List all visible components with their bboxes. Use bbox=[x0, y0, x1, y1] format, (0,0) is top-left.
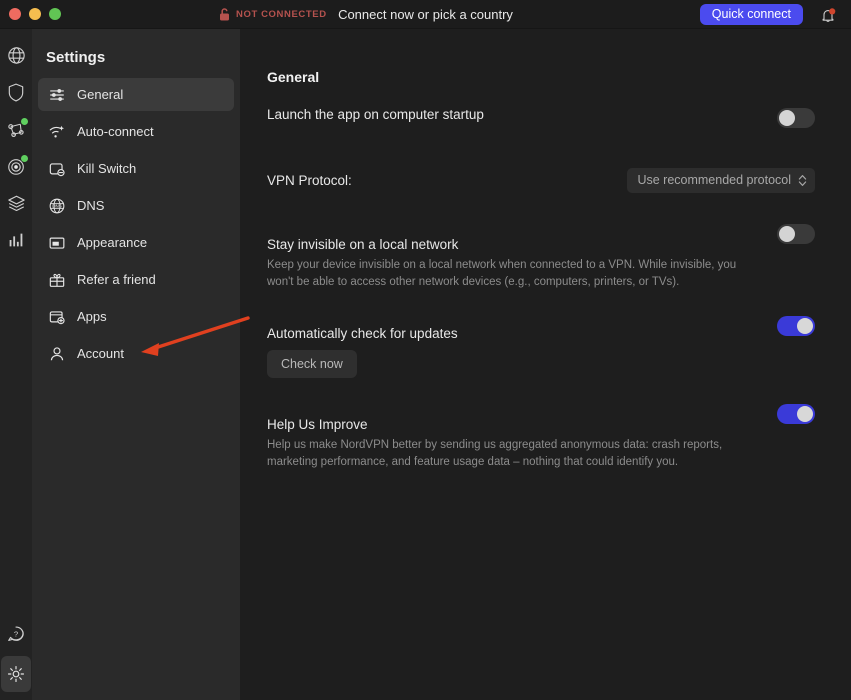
gear-icon bbox=[6, 664, 26, 684]
wifi-sparkle-icon bbox=[47, 122, 66, 141]
toggle-knob bbox=[797, 318, 813, 334]
page-title: General bbox=[267, 69, 815, 85]
help-us-improve-toggle[interactable] bbox=[777, 404, 815, 424]
setting-help-us-improve-text: Help Us Improve Help us make NordVPN bet… bbox=[267, 417, 761, 470]
general-settings-panel: General Launch the app on computer start… bbox=[240, 29, 851, 700]
sidebar-item-label: Account bbox=[77, 346, 124, 361]
sidebar-item-label: Kill Switch bbox=[77, 161, 136, 176]
window-body: ? bbox=[0, 29, 851, 700]
setting-launch-on-startup-text: Launch the app on computer startup bbox=[267, 107, 500, 122]
titlebar-heading-text: Connect now or pick a country bbox=[338, 7, 513, 22]
gift-icon bbox=[47, 270, 66, 289]
setting-auto-updates: Automatically check for updates Check no… bbox=[267, 326, 815, 378]
sidebar-item-refer-a-friend[interactable]: Refer a friend bbox=[38, 263, 234, 296]
rail-item-shield[interactable] bbox=[1, 74, 31, 110]
vpn-protocol-select[interactable]: Use recommended protocol bbox=[627, 168, 815, 193]
rail-bottom-group: ? bbox=[0, 616, 32, 692]
notification-bell-button[interactable] bbox=[817, 5, 839, 25]
globe-icon bbox=[6, 45, 27, 66]
setting-launch-on-startup: Launch the app on computer startup bbox=[267, 107, 815, 128]
rail-item-statistics[interactable] bbox=[1, 222, 31, 258]
setting-vpn-protocol: VPN Protocol: Use recommended protocol bbox=[267, 168, 815, 193]
setting-label: Automatically check for updates bbox=[267, 326, 458, 341]
svg-text:?: ? bbox=[14, 630, 18, 639]
quick-connect-button[interactable]: Quick connect bbox=[700, 4, 803, 25]
sidebar-item-account[interactable]: Account bbox=[38, 337, 234, 370]
sidebar-item-label: General bbox=[77, 87, 123, 102]
close-button[interactable] bbox=[9, 8, 21, 20]
rail-item-globe[interactable] bbox=[1, 37, 31, 73]
vpn-protocol-selected-value: Use recommended protocol bbox=[637, 173, 791, 187]
help-bubble-icon: ? bbox=[6, 624, 26, 644]
auto-updates-toggle[interactable] bbox=[777, 316, 815, 336]
window-controls bbox=[0, 8, 61, 20]
launch-on-startup-toggle[interactable] bbox=[777, 108, 815, 128]
setting-label: Stay invisible on a local network bbox=[267, 237, 745, 252]
rail-item-mesh-network[interactable] bbox=[1, 111, 31, 147]
setting-stay-invisible-text: Stay invisible on a local network Keep y… bbox=[267, 237, 761, 290]
sliders-icon bbox=[47, 85, 66, 104]
bar-chart-icon bbox=[6, 230, 26, 250]
toggle-knob bbox=[779, 110, 795, 126]
title-bar: NOT CONNECTED Connect now or pick a coun… bbox=[0, 0, 851, 29]
connection-status: NOT CONNECTED bbox=[219, 0, 327, 29]
sidebar-item-label: Refer a friend bbox=[77, 272, 156, 287]
setting-auto-updates-text: Automatically check for updates Check no… bbox=[267, 326, 474, 378]
threat-protection-status-badge bbox=[21, 155, 28, 162]
unlocked-padlock-icon bbox=[219, 8, 230, 21]
layers-icon bbox=[6, 193, 27, 214]
appearance-window-icon bbox=[47, 233, 66, 252]
sidebar-item-dns[interactable]: DNS DNS bbox=[38, 189, 234, 222]
setting-help-us-improve: Help Us Improve Help us make NordVPN bet… bbox=[267, 417, 815, 470]
shield-icon bbox=[6, 82, 26, 103]
rail-item-layers[interactable] bbox=[1, 185, 31, 221]
toggle-knob bbox=[797, 406, 813, 422]
apps-add-icon bbox=[47, 307, 66, 326]
sidebar-item-kill-switch[interactable]: Kill Switch bbox=[38, 152, 234, 185]
toggle-knob bbox=[779, 226, 795, 242]
svg-text:DNS: DNS bbox=[52, 203, 62, 208]
icon-rail: ? bbox=[0, 29, 32, 700]
setting-label: Help Us Improve bbox=[267, 417, 745, 432]
minimize-button[interactable] bbox=[29, 8, 41, 20]
status-label: NOT CONNECTED bbox=[236, 9, 327, 20]
sidebar-item-label: Auto-connect bbox=[77, 124, 154, 139]
settings-sidebar: Settings General bbox=[32, 29, 240, 700]
setting-description: Keep your device invisible on a local ne… bbox=[267, 257, 745, 290]
mesh-network-status-badge bbox=[21, 118, 28, 125]
rail-item-help[interactable]: ? bbox=[1, 616, 31, 652]
nordvpn-settings-window: NOT CONNECTED Connect now or pick a coun… bbox=[0, 0, 851, 700]
dns-globe-icon: DNS bbox=[47, 196, 66, 215]
sidebar-item-label: Apps bbox=[77, 309, 107, 324]
vpn-protocol-label: VPN Protocol: bbox=[267, 173, 352, 188]
sidebar-item-appearance[interactable]: Appearance bbox=[38, 226, 234, 259]
setting-stay-invisible: Stay invisible on a local network Keep y… bbox=[267, 237, 815, 290]
check-now-button[interactable]: Check now bbox=[267, 350, 357, 378]
sidebar-item-auto-connect[interactable]: Auto-connect bbox=[38, 115, 234, 148]
setting-label: Launch the app on computer startup bbox=[267, 107, 484, 122]
person-icon bbox=[47, 344, 66, 363]
setting-description: Help us make NordVPN better by sending u… bbox=[267, 437, 745, 470]
chevron-up-down-icon bbox=[798, 174, 807, 187]
sidebar-item-general[interactable]: General bbox=[38, 78, 234, 111]
stay-invisible-toggle[interactable] bbox=[777, 224, 815, 244]
maximize-button[interactable] bbox=[49, 8, 61, 20]
kill-switch-icon bbox=[47, 159, 66, 178]
sidebar-item-apps[interactable]: Apps bbox=[38, 300, 234, 333]
sidebar-item-label: Appearance bbox=[77, 235, 147, 250]
rail-item-settings[interactable] bbox=[1, 656, 31, 692]
sidebar-title: Settings bbox=[32, 41, 240, 78]
sidebar-item-label: DNS bbox=[77, 198, 104, 213]
rail-item-threat-protection[interactable] bbox=[1, 148, 31, 184]
notification-bell-icon bbox=[820, 7, 836, 24]
